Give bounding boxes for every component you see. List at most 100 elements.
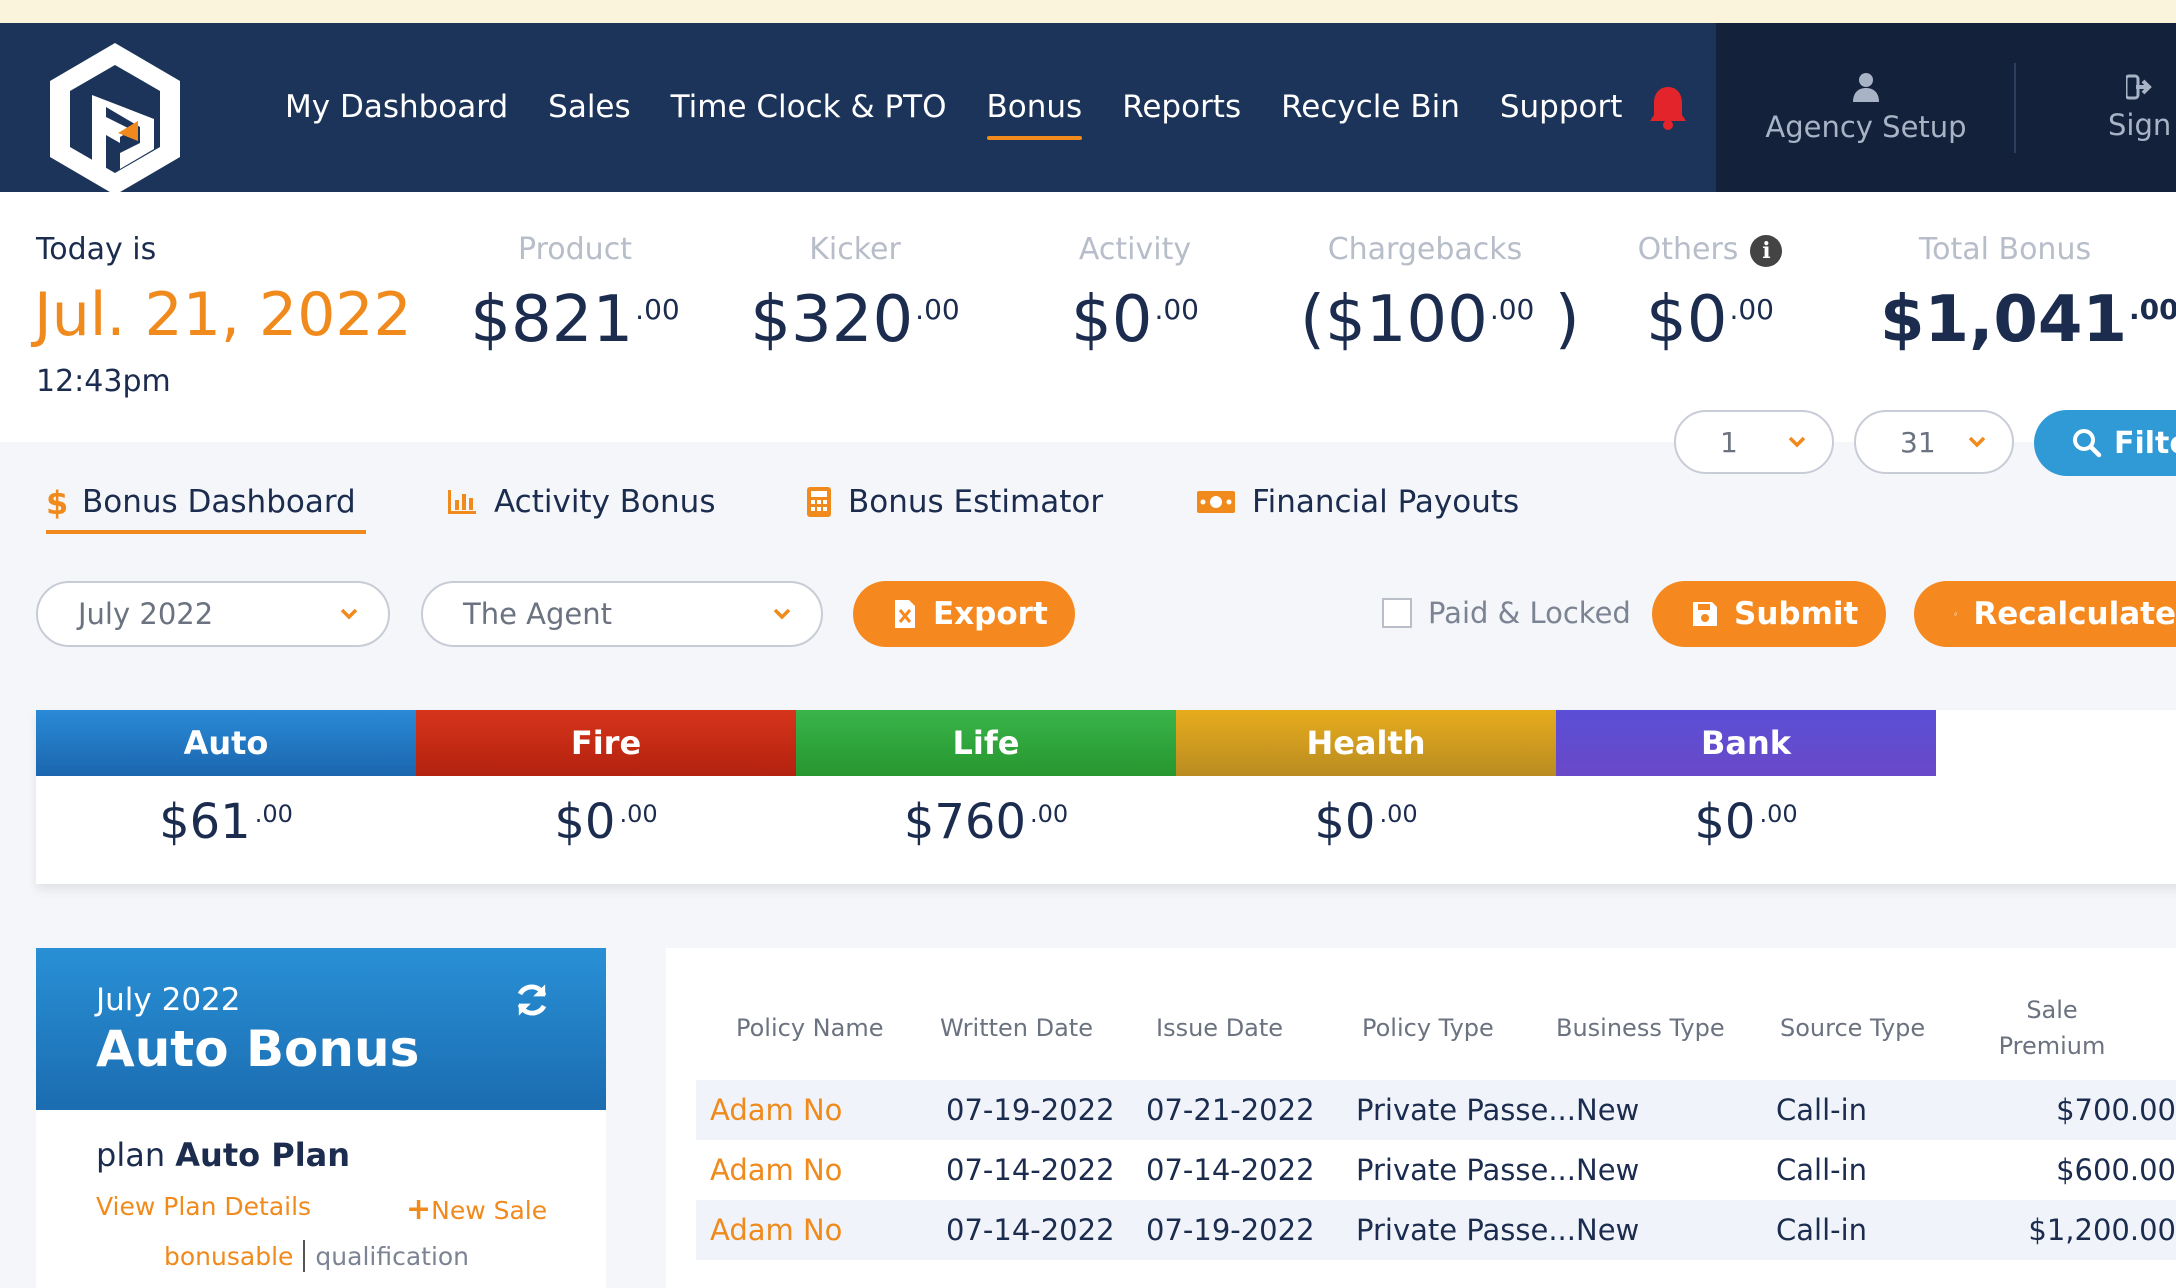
table-row[interactable]: Adam No 07-14-2022 07-14-2022 Private Pa… [696, 1140, 2176, 1200]
chevron-down-icon [1968, 436, 1986, 448]
new-sale-link[interactable]: +New Sale [406, 1192, 547, 1227]
nav-bonus[interactable]: Bonus [986, 23, 1082, 192]
day-to-select[interactable]: 31 [1854, 410, 2014, 474]
refresh-icon[interactable] [514, 982, 550, 1018]
company-logo-icon[interactable] [40, 37, 190, 205]
stat-label: Others i [1630, 232, 1790, 267]
today-label: Today is [36, 232, 157, 267]
column-header-written-date[interactable]: Written Date [940, 1014, 1093, 1042]
category-bonus-strip: Auto $61.00 Fire $0.00 Life $760.00 Heal… [36, 710, 2176, 884]
sign-out-label: Sign [2108, 107, 2172, 142]
info-icon[interactable]: i [1750, 234, 1783, 267]
category-name: Fire [416, 710, 796, 776]
money-icon [1197, 491, 1235, 513]
stat-chargebacks: Chargebacks ($100.00 ) [1300, 232, 1580, 357]
nav-support[interactable]: Support [1500, 23, 1623, 192]
auto-bonus-panel: July 2022 Auto Bonus plan Auto Plan View… [36, 948, 606, 1288]
chevron-down-icon [1788, 436, 1806, 448]
nav-sales[interactable]: Sales [548, 23, 631, 192]
nav-time-clock[interactable]: Time Clock & PTO [671, 23, 947, 192]
view-plan-details-link[interactable]: View Plan Details [96, 1192, 311, 1221]
cell-business-type: New [1576, 1213, 1640, 1247]
column-header-business-type[interactable]: Business Type [1556, 1014, 1725, 1042]
column-header-sale-premium[interactable]: Sale Premium [1982, 996, 2122, 1060]
stat-label: Total Bonus [1918, 232, 2092, 267]
cell-policy-name[interactable]: Adam No [710, 1080, 842, 1140]
policy-table: Policy Name Written Date Issue Date Poli… [666, 948, 2176, 1288]
tab-financial-payouts[interactable]: Financial Payouts [1196, 484, 1519, 520]
tab-activity-bonus[interactable]: Activity Bonus [446, 484, 715, 520]
nav-reports[interactable]: Reports [1122, 23, 1241, 192]
category-value: $0.00 [1694, 794, 1798, 850]
tag-separator [303, 1240, 306, 1272]
category-health[interactable]: Health $0.00 [1176, 710, 1556, 884]
column-header-source-type[interactable]: Source Type [1780, 1014, 1925, 1042]
stat-value: $1,041.00 [1880, 283, 2176, 357]
category-auto[interactable]: Auto $61.00 [36, 710, 416, 884]
agency-setup-label: Agency Setup [1765, 109, 1967, 144]
agency-setup-button[interactable]: Agency Setup [1716, 23, 2016, 192]
paid-locked-checkbox[interactable] [1382, 598, 1412, 628]
tab-label: Activity Bonus [494, 484, 716, 520]
search-icon [2073, 429, 2102, 458]
table-row[interactable]: Adam No 07-19-2022 07-21-2022 Private Pa… [696, 1080, 2176, 1140]
nav-my-dashboard[interactable]: My Dashboard [285, 23, 508, 192]
bonus-summary-bar: Today is Jul. 21, 2022 12:43pm Product $… [0, 192, 2176, 442]
stat-value: $0.00 [1071, 283, 1199, 357]
user-icon [1853, 72, 1879, 102]
recalculate-label: Recalculate [1973, 596, 2176, 632]
export-button[interactable]: Export [853, 581, 1075, 647]
category-life[interactable]: Life $760.00 [796, 710, 1176, 884]
tag-bonusable[interactable]: bonusable [164, 1242, 293, 1271]
calculator-icon [807, 487, 831, 517]
category-name: Bank [1556, 710, 1936, 776]
main-nav: My Dashboard Sales Time Clock & PTO Bonu… [285, 23, 1662, 192]
stat-label: Kicker [809, 232, 901, 267]
month-select-value: July 2022 [78, 597, 214, 631]
chevron-down-icon [340, 608, 358, 620]
stat-value: $0.00 [1646, 283, 1774, 357]
month-select[interactable]: July 2022 [36, 581, 390, 647]
bar-chart-icon [448, 490, 476, 514]
cell-policy-name[interactable]: Adam No [710, 1140, 842, 1200]
day-to-value: 31 [1900, 425, 1936, 459]
nav-recycle-bin[interactable]: Recycle Bin [1281, 23, 1460, 192]
column-header-issue-date[interactable]: Issue Date [1156, 1014, 1283, 1042]
column-header-policy-type[interactable]: Policy Type [1362, 1014, 1494, 1042]
cell-issue-date: 07-21-2022 [1146, 1093, 1315, 1127]
cell-sale-premium: $600.00 [2056, 1153, 2176, 1187]
stat-value: $320.00 [750, 283, 960, 357]
cell-business-type: New [1576, 1153, 1640, 1187]
dollar-icon: $ [46, 485, 66, 519]
tab-bonus-estimator[interactable]: Bonus Estimator [806, 484, 1103, 520]
filter-button[interactable]: Filte [2034, 410, 2176, 476]
day-from-select[interactable]: 1 [1674, 410, 1834, 474]
category-value: $61.00 [159, 794, 293, 850]
recalculate-button[interactable]: Recalculate [1914, 581, 2176, 647]
tab-bonus-dashboard[interactable]: $ Bonus Dashboard [46, 484, 366, 534]
cell-policy-name[interactable]: Adam No [710, 1200, 842, 1260]
sign-out-button[interactable]: Sign [2108, 23, 2171, 192]
category-bank[interactable]: Bank $0.00 [1556, 710, 1936, 884]
submit-button[interactable]: Submit [1652, 581, 1886, 647]
notification-bell-icon[interactable] [1648, 85, 1688, 131]
category-name: Life [796, 710, 1176, 776]
stat-kicker: Kicker $320.00 [745, 232, 965, 357]
column-header-policy-name[interactable]: Policy Name [736, 1014, 883, 1042]
stat-value: ($100.00 ) [1300, 283, 1580, 357]
cell-source-type: Call-in [1776, 1093, 1868, 1127]
today-date: Jul. 21, 2022 [34, 280, 412, 350]
tab-label: Bonus Estimator [848, 484, 1104, 520]
cell-written-date: 07-14-2022 [946, 1153, 1115, 1187]
cell-business-type: New [1576, 1093, 1640, 1127]
agent-select[interactable]: The Agent [421, 581, 823, 647]
auto-bonus-title: Auto Bonus [96, 1020, 420, 1078]
auto-bonus-month: July 2022 [96, 982, 241, 1018]
cell-sale-premium: $700.00 [2056, 1093, 2176, 1127]
category-fire[interactable]: Fire $0.00 [416, 710, 796, 884]
top-strip [0, 0, 2176, 23]
table-row[interactable]: Adam No 07-14-2022 07-19-2022 Private Pa… [696, 1200, 2176, 1260]
paid-locked-toggle[interactable]: Paid & Locked [1382, 596, 1631, 630]
tag-qualification[interactable]: qualification [315, 1242, 469, 1271]
sign-out-icon [2125, 74, 2152, 99]
